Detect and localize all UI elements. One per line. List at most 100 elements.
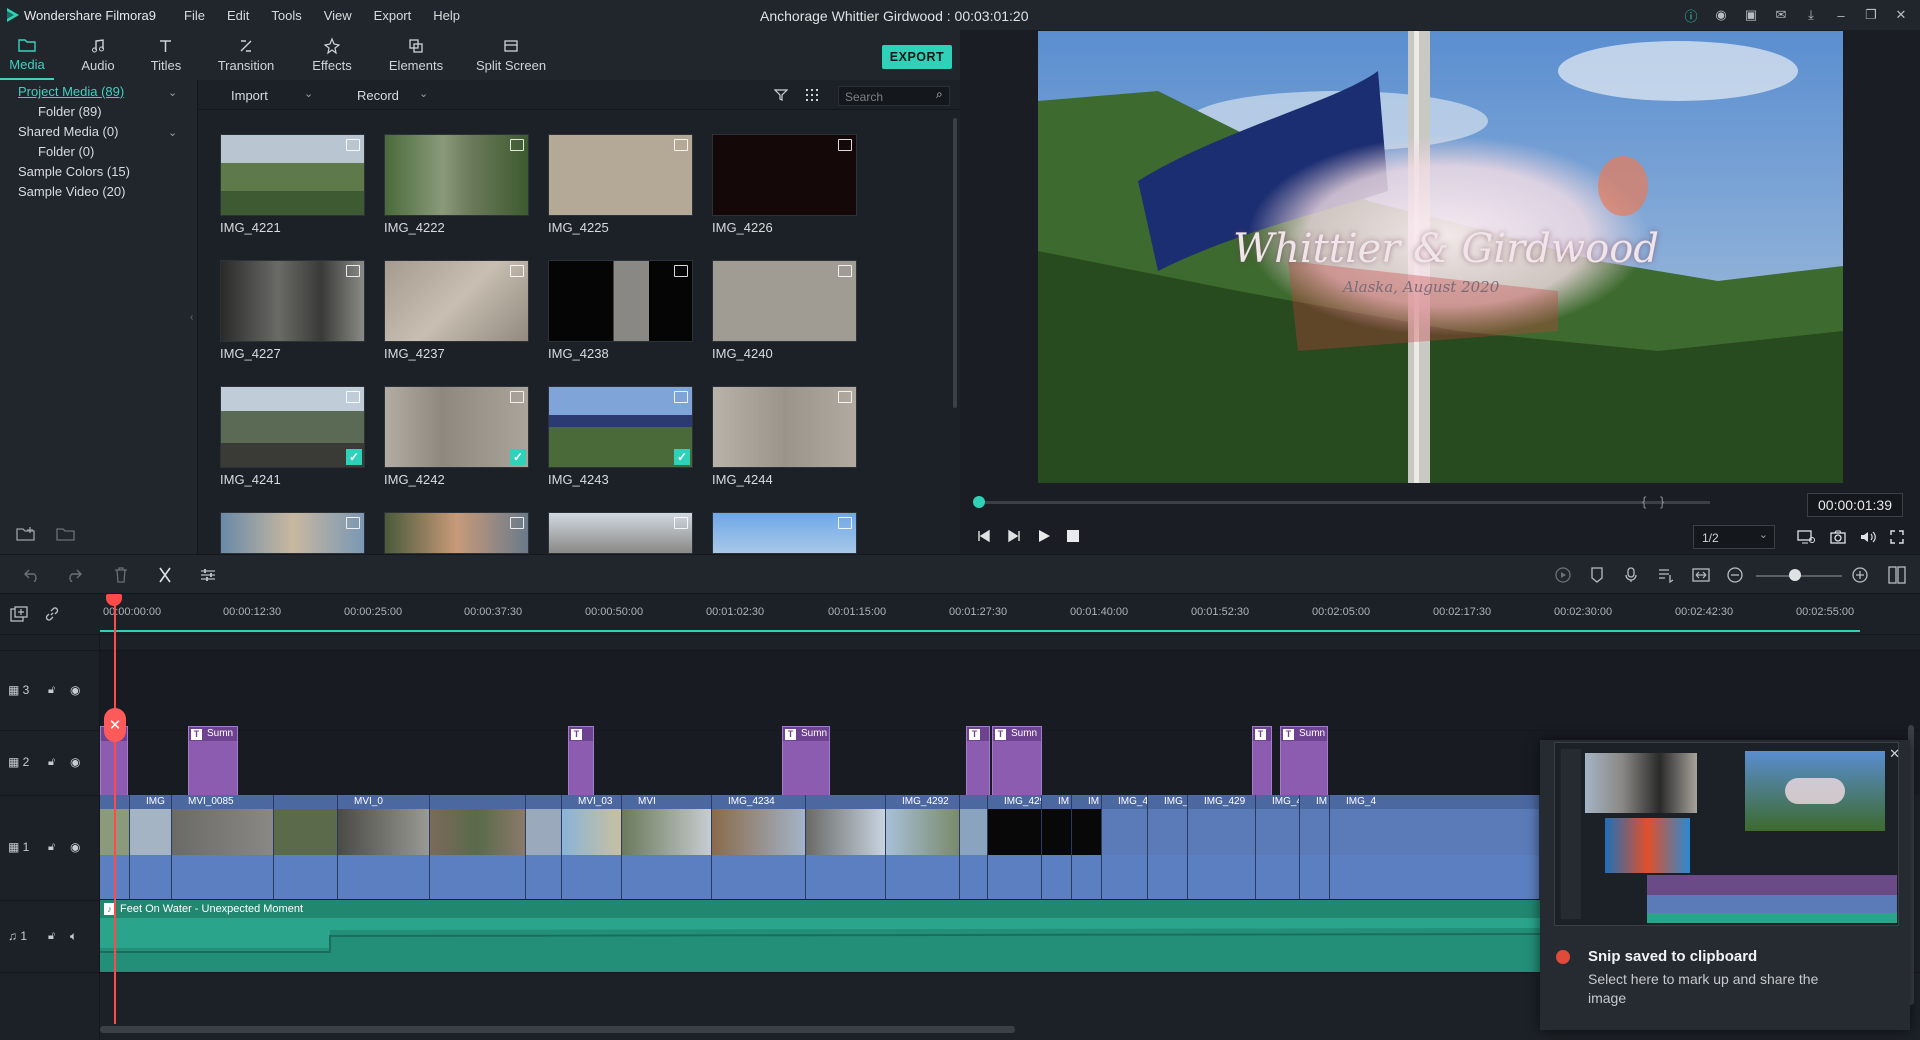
video-clip[interactable]	[274, 795, 338, 899]
cut-icon[interactable]	[158, 567, 172, 583]
eye-icon[interactable]: ◉	[70, 683, 80, 697]
media-thumbnail[interactable]	[712, 260, 857, 342]
chevron-down-icon[interactable]: ⌄	[304, 87, 313, 100]
maximize-icon[interactable]: ❐	[1862, 6, 1880, 24]
video-clip[interactable]: IMG_4234	[712, 795, 806, 899]
library-sample-colors[interactable]: Sample Colors (15)	[18, 164, 130, 179]
video-clip[interactable]: IMG_4	[1102, 795, 1148, 899]
timeline-horizontal-scrollbar[interactable]	[100, 1026, 1015, 1033]
video-clip[interactable]: MVI_0085	[172, 795, 274, 899]
delete-folder-icon[interactable]	[56, 526, 76, 542]
layout-toggle-icon[interactable]	[1888, 566, 1906, 584]
title-clip[interactable]: T	[568, 726, 594, 798]
eye-icon[interactable]: ◉	[70, 755, 80, 769]
grid-view-icon[interactable]	[806, 89, 818, 101]
mark-out-icon[interactable]: }	[1660, 494, 1664, 509]
media-thumbnail[interactable]	[384, 134, 529, 216]
playback-progress-handle[interactable]	[973, 496, 985, 508]
video-clip[interactable]	[430, 795, 526, 899]
zoom-out-icon[interactable]	[1727, 567, 1743, 583]
media-thumbnail[interactable]: ✓	[548, 386, 693, 468]
menu-view[interactable]: View	[324, 8, 352, 23]
add-track-icon[interactable]	[10, 606, 28, 622]
previous-frame-icon[interactable]	[977, 529, 991, 543]
snip-notification[interactable]: ✕ Snip saved to clipboard Select here to…	[1540, 740, 1910, 1030]
library-shared-media[interactable]: Shared Media (0)	[18, 124, 118, 139]
filter-icon[interactable]	[774, 89, 788, 101]
info-icon[interactable]: ⓘ	[1682, 6, 1700, 24]
snip-preview-image[interactable]	[1554, 742, 1899, 926]
video-clip[interactable]: IMG_42	[1256, 795, 1300, 899]
library-shared-folder[interactable]: Folder (0)	[38, 144, 94, 159]
display-settings-icon[interactable]	[1797, 530, 1815, 544]
undo-icon[interactable]	[24, 568, 40, 582]
marker-icon[interactable]	[1590, 567, 1604, 583]
audio-mixer-icon[interactable]	[1658, 567, 1674, 583]
export-button[interactable]: EXPORT	[882, 45, 952, 69]
audio-track-clip[interactable]: Feet On Water - Unexpected Moment ♪	[100, 900, 1540, 972]
media-thumbnail[interactable]	[220, 260, 365, 342]
render-icon[interactable]	[1555, 567, 1571, 583]
lock-icon[interactable]: 🔓︎	[48, 841, 55, 854]
tab-split-screen[interactable]: Split Screen	[468, 30, 554, 80]
mark-in-icon[interactable]: {	[1642, 494, 1646, 509]
media-thumbnail[interactable]	[220, 134, 365, 216]
media-thumbnail[interactable]: ✓	[384, 386, 529, 468]
title-clip[interactable]: T	[966, 726, 990, 798]
menu-file[interactable]: File	[184, 8, 205, 23]
media-scrollbar[interactable]	[953, 118, 957, 408]
menu-edit[interactable]: Edit	[227, 8, 249, 23]
video-clip[interactable]	[526, 795, 562, 899]
redo-icon[interactable]	[66, 568, 82, 582]
media-thumbnail[interactable]	[712, 512, 857, 554]
save-icon[interactable]: ▣	[1742, 6, 1760, 24]
title-clip[interactable]: Sumn T	[992, 726, 1042, 798]
tab-audio[interactable]: Audio	[68, 30, 128, 80]
lock-icon[interactable]: 🔓︎	[48, 930, 55, 943]
track-area-video-3[interactable]	[100, 650, 1920, 730]
menu-export[interactable]: Export	[374, 8, 412, 23]
stop-icon[interactable]	[1067, 530, 1079, 542]
import-button[interactable]: Import	[231, 88, 268, 103]
zoom-slider-handle[interactable]	[1789, 569, 1801, 581]
media-thumbnail[interactable]	[220, 512, 365, 554]
tab-elements[interactable]: Elements	[380, 30, 452, 80]
play-frame-icon[interactable]	[1007, 529, 1021, 543]
video-clip[interactable]: IM	[1300, 795, 1330, 899]
preview-quality-select[interactable]: 1/2 ⌄	[1693, 525, 1775, 549]
library-folder[interactable]: Folder (89)	[38, 104, 102, 119]
video-clip[interactable]: IMG_429	[1188, 795, 1256, 899]
library-sample-video[interactable]: Sample Video (20)	[18, 184, 125, 199]
search-icon[interactable]: ⌕	[936, 87, 943, 102]
video-clip[interactable]	[960, 795, 988, 899]
title-clip[interactable]: Sumn T	[188, 726, 238, 798]
tab-effects[interactable]: Effects	[298, 30, 366, 80]
collapse-arrow-icon[interactable]: ‹	[190, 312, 193, 323]
media-thumbnail[interactable]	[712, 134, 857, 216]
media-thumbnail[interactable]	[548, 134, 693, 216]
speaker-icon[interactable]: 🔈︎	[70, 929, 77, 944]
new-folder-icon[interactable]	[16, 526, 36, 542]
media-thumbnail[interactable]: ✓	[220, 386, 365, 468]
search-input[interactable]: Search	[838, 86, 950, 106]
link-icon[interactable]	[44, 606, 60, 622]
media-thumbnail[interactable]	[548, 512, 693, 554]
tab-media[interactable]: Media	[0, 30, 54, 80]
media-thumbnail[interactable]	[384, 512, 529, 554]
eye-icon[interactable]: ◉	[70, 840, 80, 854]
split-marker-icon[interactable]: ✕	[104, 708, 126, 742]
timeline-ruler[interactable]: 00:00:00:00 00:00:12:30 00:00:25:00 00:0…	[0, 594, 1920, 634]
fit-timeline-icon[interactable]	[1692, 567, 1710, 583]
minimize-icon[interactable]: –	[1832, 6, 1850, 24]
playhead-line[interactable]	[114, 594, 116, 1024]
tab-transition[interactable]: Transition	[208, 30, 284, 80]
video-clip[interactable]	[806, 795, 886, 899]
title-clip[interactable]: T	[1252, 726, 1272, 798]
volume-icon[interactable]	[1860, 530, 1876, 544]
library-project-media[interactable]: Project Media (89)	[18, 84, 124, 99]
play-icon[interactable]	[1037, 529, 1051, 543]
snapshot-icon[interactable]	[1830, 530, 1846, 544]
video-clip[interactable]: MVI_03	[562, 795, 622, 899]
video-clip[interactable]: MVI	[622, 795, 712, 899]
menu-tools[interactable]: Tools	[271, 8, 301, 23]
